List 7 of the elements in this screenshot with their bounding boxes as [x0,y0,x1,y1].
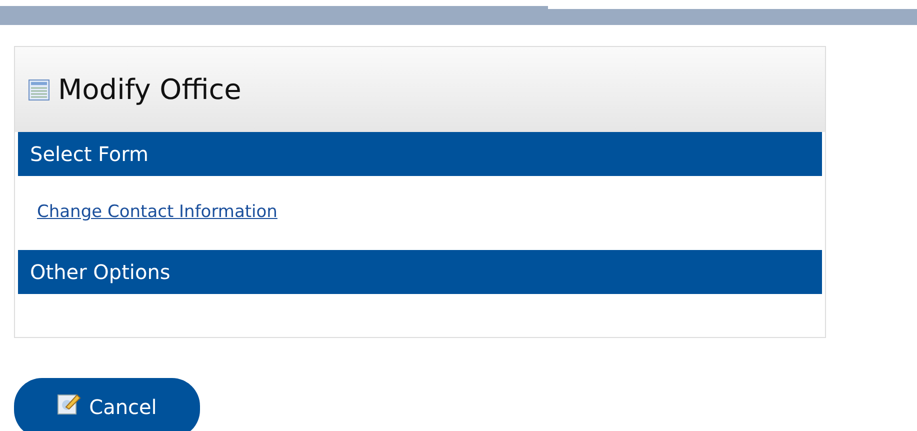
section-heading: Other Options [18,250,822,294]
section-heading: Select Form [18,132,822,176]
panel-title: Modify Office [58,72,242,106]
cancel-button[interactable]: Cancel [14,378,200,431]
edit-icon [57,392,82,416]
table-icon [28,78,50,100]
form-link[interactable]: Change Contact Information [37,200,278,226]
